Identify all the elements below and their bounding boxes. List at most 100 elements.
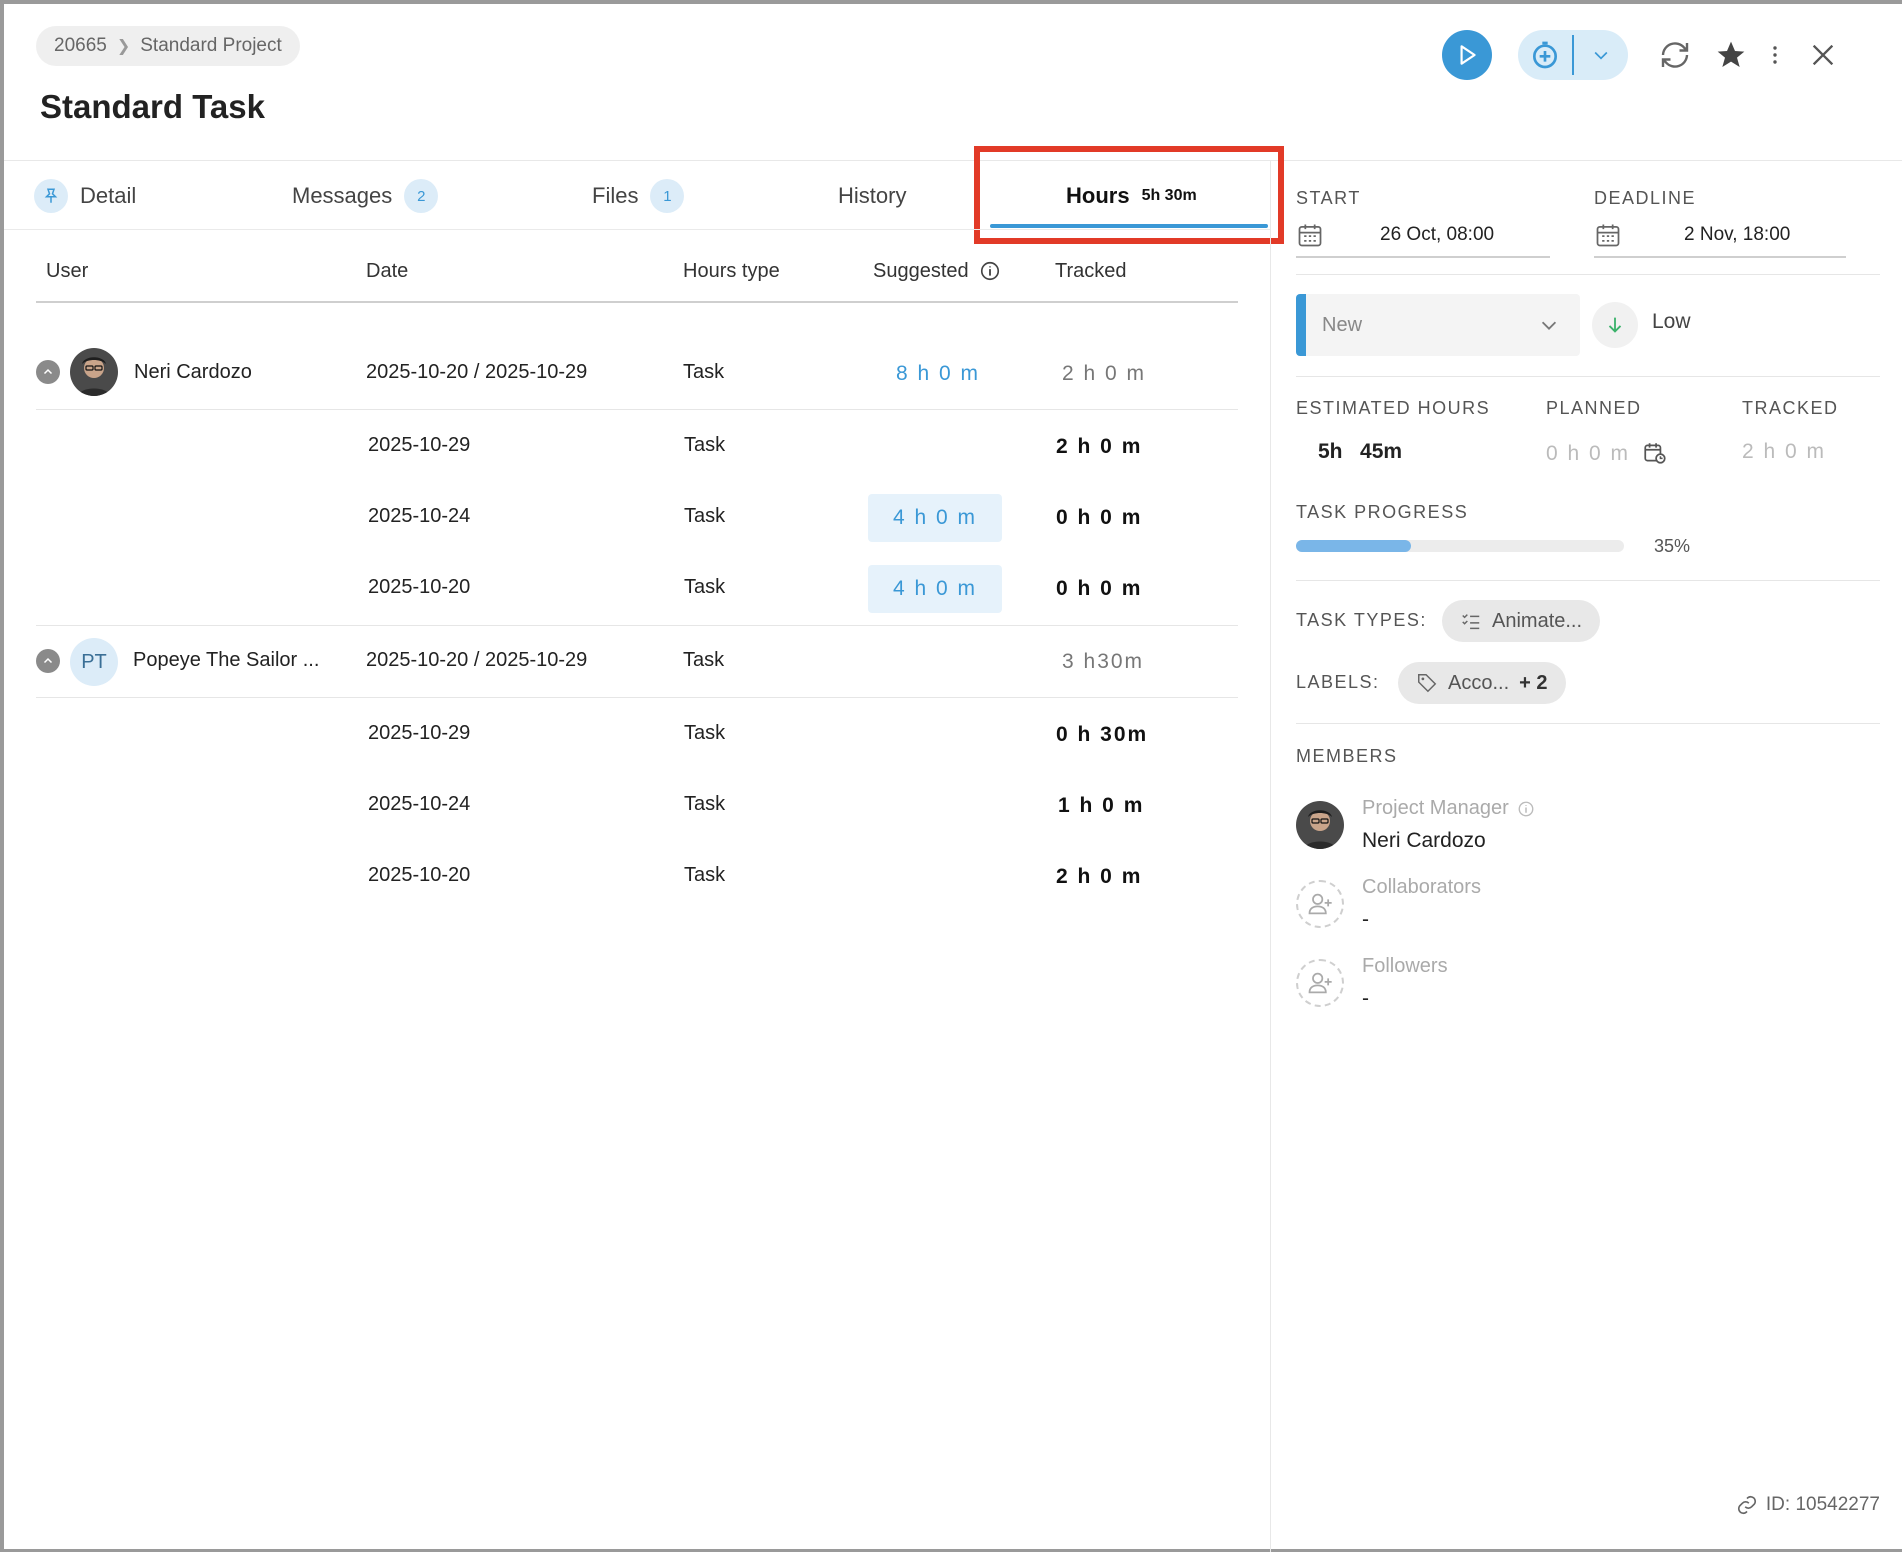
avatar [1296,801,1344,849]
pin-icon [34,179,68,213]
status-select[interactable]: New [1296,294,1580,356]
avatar: PT [70,638,118,686]
column-header-hours-type[interactable]: Hours type [683,256,780,286]
tab-label: History [838,183,907,208]
add-time-split-button[interactable] [1518,30,1628,80]
progress-fill [1296,540,1411,552]
column-header-suggested[interactable]: Suggested [873,256,1001,286]
entry-date: 2025-10-24 [368,504,471,527]
tab-detail[interactable]: Detail [34,162,136,230]
arrow-down-icon[interactable] [1592,302,1638,348]
entry-date: 2025-10-20 [368,863,471,886]
member-role: Project Manager [1362,797,1535,820]
members-label: MEMBERS [1296,746,1398,766]
tracked-total: 3 h30m [1062,650,1145,673]
add-collaborator-icon[interactable] [1296,880,1344,928]
star-icon[interactable] [1706,30,1756,80]
date-range: 2025-10-20 / 2025-10-29 [366,360,588,383]
tab-label: Files [592,183,639,208]
entry-date: 2025-10-20 [368,575,471,598]
header-actions [1402,28,1902,82]
page-title: Standard Task [40,88,265,125]
start-date-value: 26 Oct, 08:00 [1380,224,1495,245]
entry-date: 2025-10-24 [368,792,471,815]
column-header-tracked[interactable]: Tracked [1055,256,1127,286]
panel-divider [1270,160,1271,1552]
tabs-divider [4,229,1270,230]
member-role: Collaborators [1362,876,1481,898]
entry-suggested[interactable]: 4 h 0 m [868,494,1002,542]
tracked-total: 2 h 0 m [1062,362,1147,385]
start-date-field[interactable]: 26 Oct, 08:00 [1296,214,1550,258]
task-types-label: TASK TYPES: [1296,610,1427,630]
estimated-hours-label: ESTIMATED HOURS [1296,398,1491,418]
tab-messages[interactable]: Messages 2 [292,162,439,230]
calendar-icon [1298,224,1322,247]
header-divider [4,160,1902,161]
stopwatch-add-icon[interactable] [1518,30,1572,80]
estimated-hours-value[interactable]: 5h 45m [1318,440,1402,464]
entry-tracked[interactable]: 2 h 0 m [1056,862,1142,892]
labels-label: LABELS: [1296,672,1380,692]
section-divider [1296,723,1880,724]
label-chip[interactable]: Acco... + 2 [1398,662,1566,704]
user-name: Popeye The Sailor ... [133,648,320,671]
member-role: Followers [1362,955,1448,977]
close-icon[interactable] [1798,30,1848,80]
entry-type: Task [684,721,726,744]
breadcrumb-project-id[interactable]: 20665 [54,35,107,57]
task-type-chip[interactable]: Animate... [1442,600,1601,642]
tracked-value: 2 h 0 m [1742,440,1827,463]
start-timer-button[interactable] [1442,30,1492,80]
entry-tracked[interactable]: 0 h 30m [1056,720,1148,750]
member-role-label: Project Manager [1362,797,1509,819]
info-icon [1518,801,1534,816]
chevron-down-icon[interactable] [1574,30,1628,80]
entry-tracked[interactable]: 0 h 0 m [1056,503,1142,533]
breadcrumb-project-name[interactable]: Standard Project [140,35,282,57]
tab-label: Detail [80,183,137,208]
collapse-toggle-icon[interactable] [36,360,60,384]
member-name: - [1362,987,1369,1010]
info-icon [980,261,999,281]
entry-tracked[interactable]: 2 h 0 m [1056,432,1142,462]
entry-type: Task [684,575,726,598]
breadcrumb[interactable]: 20665 ❯ Standard Project [36,26,300,66]
hours-type: Task [683,648,725,671]
link-icon [1737,1495,1756,1515]
date-range: 2025-10-20 / 2025-10-29 [366,648,588,671]
tab-label: Messages [292,183,393,208]
tab-history[interactable]: History [838,162,906,230]
add-follower-icon[interactable] [1296,959,1344,1007]
row-divider [36,625,1238,626]
calendar-icon [1596,224,1620,247]
row-divider [36,409,1238,410]
count-badge: 2 [404,179,439,213]
deadline-date-value: 2 Nov, 18:00 [1684,224,1791,245]
collapse-toggle-icon[interactable] [36,649,60,673]
count-badge: 1 [650,179,685,213]
priority-value[interactable]: Low [1652,310,1691,334]
column-header-date[interactable]: Date [366,256,408,286]
member-name[interactable]: Neri Cardozo [1362,829,1486,853]
section-divider [1296,580,1880,581]
section-divider [1296,376,1880,377]
progress-bar[interactable] [1296,540,1624,552]
suggested-total: 8 h 0 m [896,362,981,385]
entry-tracked[interactable]: 1 h 0 m [1058,791,1144,821]
deadline-date-field[interactable]: 2 Nov, 18:00 [1594,214,1846,258]
column-header-user[interactable]: User [46,256,88,286]
planned-label: PLANNED [1546,398,1642,418]
tab-files[interactable]: Files 1 [592,162,685,230]
status-value: New [1322,313,1363,336]
entry-tracked[interactable]: 0 h 0 m [1056,574,1142,604]
avatar [70,348,118,396]
chevron-down-icon [1541,321,1557,330]
entry-date: 2025-10-29 [368,433,471,456]
entry-suggested[interactable]: 4 h 0 m [868,565,1002,613]
entry-type: Task [684,433,726,456]
task-id[interactable]: ID: 10542277 [1736,1494,1880,1516]
play-icon [1460,45,1476,65]
refresh-icon[interactable] [1650,30,1700,80]
more-vertical-icon[interactable] [1750,30,1800,80]
